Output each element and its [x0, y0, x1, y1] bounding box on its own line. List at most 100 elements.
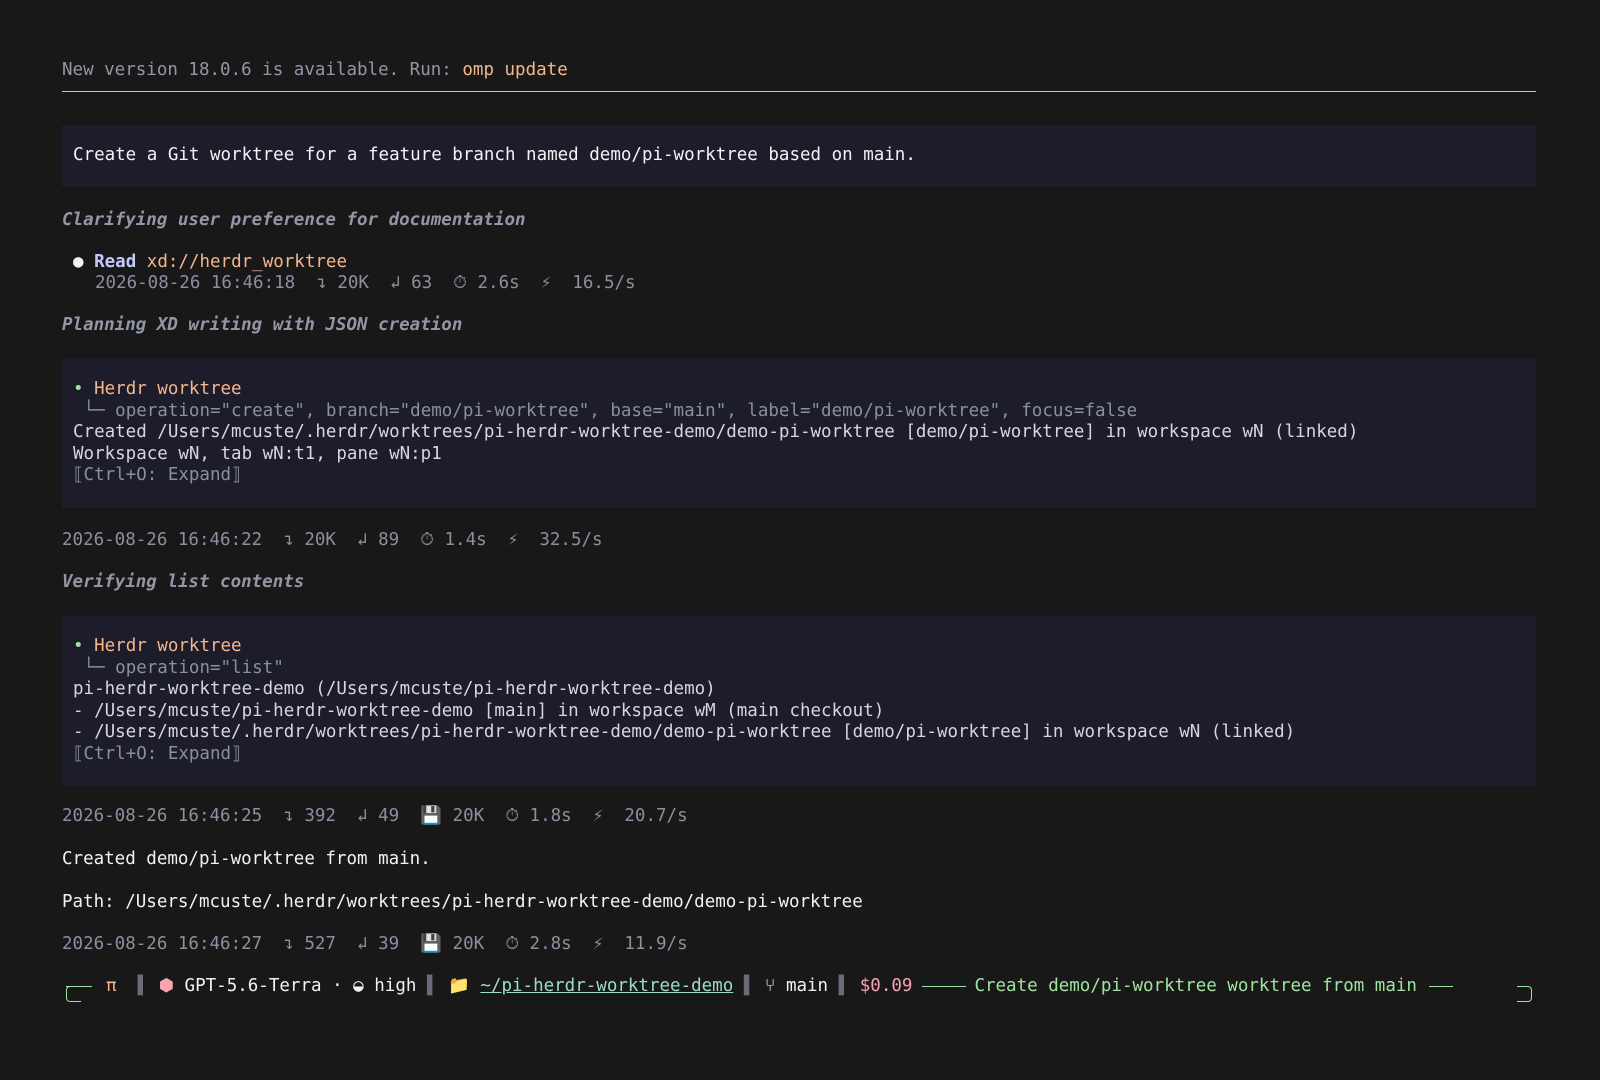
- tokens-in-icon: ↴: [316, 273, 327, 293]
- tree-branch-icon: └─: [73, 400, 116, 421]
- read-bullet-icon: ●: [73, 252, 84, 272]
- tool-output-line: - /Users/mcuste/pi-herdr-worktree-demo […: [73, 700, 885, 721]
- tool-bullet-icon: •: [73, 379, 84, 399]
- tool-title: Herdr worktree: [94, 379, 242, 399]
- effort-level[interactable]: high: [374, 976, 416, 996]
- turn-stats: 2026-08-26 16:46:25 ↴ 392 ↲ 49 💾 20K ⏱ 1…: [62, 806, 688, 828]
- git-branch: main: [785, 976, 829, 996]
- tokens-out-icon: ↲: [357, 806, 368, 826]
- expand-hint[interactable]: ⟦Ctrl+O: Expand⟧: [73, 744, 1295, 766]
- timer-icon: ⏱: [505, 934, 519, 954]
- working-directory-link[interactable]: ~/pi-herdr-worktree-demo: [480, 976, 733, 996]
- model-icon: ⬢: [158, 976, 174, 996]
- expand-hint[interactable]: ⟦Ctrl+O: Expand⟧: [73, 465, 1358, 487]
- user-prompt-box: Create a Git worktree for a feature bran…: [62, 125, 1536, 187]
- stat-tokens-out: 49: [378, 806, 400, 826]
- stat-tokens-out: 39: [378, 934, 400, 954]
- step-heading: Planning XD writing with JSON creation: [62, 315, 463, 335]
- tool-title-row: • Herdr worktree: [73, 636, 1295, 658]
- step-heading: Verifying list contents: [62, 572, 305, 592]
- stat-tokens-in: 20K: [304, 530, 336, 550]
- tool-title-row: • Herdr worktree: [73, 379, 1358, 401]
- separator: ▌: [426, 976, 438, 996]
- tool-output-line: Created /Users/mcuste/.herdr/worktrees/p…: [73, 422, 1359, 442]
- update-command[interactable]: omp update: [462, 60, 567, 80]
- lightning-icon: ⚡: [592, 806, 604, 826]
- tool-bullet-icon: •: [73, 636, 84, 656]
- stat-tokens-in: 20K: [337, 273, 369, 293]
- read-target[interactable]: xd://herdr_worktree: [147, 252, 347, 272]
- session-title: Create demo/pi-worktree worktree from ma…: [974, 976, 1417, 996]
- session-cost: $0.09: [859, 976, 913, 996]
- tool-output-line: Workspace wN, tab wN:t1, pane wN:p1: [73, 443, 442, 464]
- stat-timestamp: 2026-08-26 16:46:18: [95, 273, 296, 293]
- stat-tokens-in: 527: [304, 934, 336, 954]
- tokens-in-icon: ↴: [283, 806, 294, 826]
- user-prompt-text: Create a Git worktree for a feature bran…: [73, 145, 916, 165]
- status-bar-content: π ▌ ⬢ GPT-5.6-Terra · ◒ high ▌ 📁 ~/pi-he…: [106, 976, 1453, 997]
- read-call: ● Read xd://herdr_worktree: [73, 252, 347, 274]
- stat-timestamp: 2026-08-26 16:46:27: [62, 934, 263, 954]
- assistant-answer-path: Path: /Users/mcuste/.herdr/worktrees/pi-…: [62, 892, 863, 912]
- stat-cache: 20K: [452, 806, 485, 826]
- stat-duration: 1.4s: [444, 530, 487, 550]
- stat-duration: 1.8s: [529, 806, 572, 826]
- pi-icon: π: [106, 976, 117, 996]
- tool-title: Herdr worktree: [94, 636, 242, 656]
- status-bar-right-border: [1517, 986, 1532, 1002]
- stat-tokens-out: 89: [378, 530, 400, 550]
- stat-timestamp: 2026-08-26 16:46:25: [62, 806, 263, 826]
- stat-rate: 20.7/s: [624, 806, 688, 826]
- assistant-answer-line: Created demo/pi-worktree from main.: [62, 849, 431, 869]
- lightning-icon: ⚡: [592, 934, 604, 954]
- tool-output-line: pi-herdr-worktree-demo (/Users/mcuste/pi…: [73, 679, 716, 699]
- timer-icon: ⏱: [505, 806, 519, 826]
- update-divider: [62, 91, 1536, 92]
- timer-icon: ⏱: [420, 530, 434, 550]
- stat-cache: 20K: [452, 934, 485, 954]
- stat-duration: 2.8s: [529, 934, 572, 954]
- turn-stats: 2026-08-26 16:46:27 ↴ 527 ↲ 39 💾 20K ⏱ 2…: [62, 934, 688, 956]
- tool-output-line: - /Users/mcuste/.herdr/worktrees/pi-herd…: [73, 722, 1296, 742]
- turn-stats: 2026-08-26 16:46:22 ↴ 20K ↲ 89 ⏱ 1.4s ⚡ …: [62, 530, 603, 552]
- tool-call-list: • Herdr worktree └─ operation="list" pi-…: [62, 616, 1536, 786]
- status-bar-left-border: [66, 986, 81, 1002]
- stat-rate: 11.9/s: [624, 934, 688, 954]
- tokens-out-icon: ↲: [357, 934, 368, 954]
- tool-args: └─ operation="list": [73, 658, 1295, 680]
- tool-args: └─ operation="create", branch="demo/pi-w…: [73, 401, 1358, 423]
- stat-duration: 2.6s: [477, 273, 520, 293]
- stat-timestamp: 2026-08-26 16:46:22: [62, 530, 263, 550]
- read-verb: Read: [94, 252, 137, 272]
- separator: ▌: [838, 976, 850, 996]
- update-notice: New version 18.0.6 is available. Run: om…: [62, 60, 568, 82]
- update-message: New version 18.0.6 is available. Run:: [62, 60, 463, 80]
- floppy-disk-icon: 💾: [420, 934, 443, 954]
- status-bar: π ▌ ⬢ GPT-5.6-Terra · ◒ high ▌ 📁 ~/pi-he…: [66, 976, 1532, 1002]
- tokens-out-icon: ↲: [390, 273, 401, 293]
- effort-icon: ◒: [353, 976, 364, 996]
- separator: ▌: [137, 976, 149, 996]
- tool-args-text: operation="list": [115, 657, 284, 678]
- tool-call-create: • Herdr worktree └─ operation="create", …: [62, 359, 1536, 508]
- step-heading: Clarifying user preference for documenta…: [62, 210, 526, 230]
- tree-branch-icon: └─: [73, 657, 116, 678]
- stat-tokens-out: 63: [411, 273, 433, 293]
- tokens-in-icon: ↴: [283, 530, 294, 550]
- status-bar-tail: [1428, 985, 1453, 987]
- tokens-out-icon: ↲: [357, 530, 368, 550]
- timer-icon: ⏱: [453, 273, 467, 293]
- lightning-icon: ⚡: [540, 273, 552, 293]
- stat-tokens-in: 392: [304, 806, 336, 826]
- lightning-icon: ⚡: [507, 530, 519, 550]
- model-name[interactable]: GPT-5.6-Terra: [185, 976, 322, 996]
- status-bar-left-line: [66, 986, 92, 987]
- git-branch-icon: ⑂: [764, 976, 776, 996]
- separator: ▌: [743, 976, 755, 996]
- floppy-disk-icon: 💾: [420, 806, 443, 826]
- folder-icon: 📁: [448, 976, 470, 996]
- tokens-in-icon: ↴: [283, 934, 294, 954]
- stat-rate: 32.5/s: [539, 530, 603, 550]
- stat-rate: 16.5/s: [572, 273, 636, 293]
- read-call-stats: 2026-08-26 16:46:18 ↴ 20K ↲ 63 ⏱ 2.6s ⚡ …: [95, 273, 636, 295]
